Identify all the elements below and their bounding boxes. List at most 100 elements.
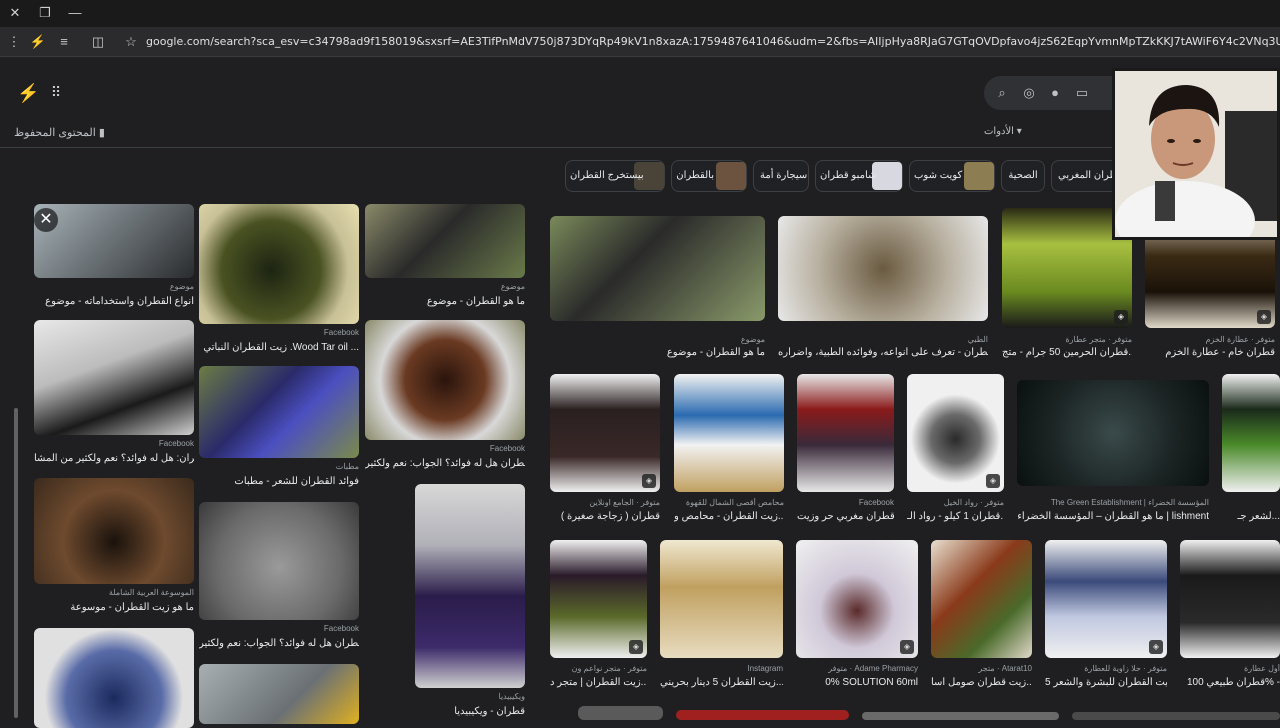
person-video	[1115, 71, 1277, 237]
header-divider	[0, 147, 1280, 148]
result-caption[interactable]: ما هو القطران - موضوع	[550, 347, 765, 358]
result-caption[interactable]: قطران الحرمين 50 جرام - متج...	[1002, 347, 1132, 358]
result-caption[interactable]: زيت القطران 5 دينار بحريني...	[660, 677, 783, 688]
image-caption[interactable]: أنواع القطران واستخداماته - موضوع	[34, 296, 194, 307]
scrollbar-thumb[interactable]	[14, 408, 18, 718]
result-image[interactable]	[1222, 374, 1280, 492]
image-source: الموسوعة العربية الشاملة	[108, 588, 194, 597]
result-image[interactable]: ◈	[1045, 540, 1167, 658]
result-image[interactable]	[660, 540, 783, 658]
image-caption[interactable]: القطران: هل له فوائد؟ نعم ولكثير من المش…	[34, 453, 194, 464]
chip-health[interactable]: الصحية	[1001, 160, 1045, 192]
left-panel-scrollbar[interactable]	[13, 208, 19, 720]
result-image[interactable]	[778, 216, 988, 321]
saved-content-link[interactable]: المحتوى المحفوظ ▮	[14, 126, 105, 139]
result-caption[interactable]: قطران خام - عطارة الخزم	[1145, 347, 1275, 358]
result-image[interactable]	[862, 712, 1059, 720]
address-bar: ⋮ ⚡ ≡ ◫ ☆ google.com/search?sca_esv=c347…	[0, 27, 1280, 57]
result-image[interactable]	[676, 710, 849, 720]
chip-label: الصحية	[1008, 170, 1038, 181]
chip-tar-extraction[interactable]: بيستخرج القطران	[565, 160, 665, 192]
result-image[interactable]	[578, 706, 663, 720]
image-card[interactable]	[365, 320, 525, 440]
result-image[interactable]: ◈	[550, 540, 647, 658]
image-caption[interactable]: القطران هل له فوائد؟ الجواب: نعم ولكثير.…	[199, 638, 359, 649]
result-image[interactable]	[931, 540, 1032, 658]
minimize-icon[interactable]: —	[65, 4, 85, 22]
product-tag-icon: ◈	[629, 640, 643, 654]
result-caption[interactable]: زيت القطران - محامص و...	[674, 511, 784, 522]
result-source: أول عطارة	[1244, 664, 1280, 673]
image-source: Facebook	[158, 439, 194, 448]
menu-dots-icon[interactable]: ⋮	[5, 33, 23, 51]
chip-kuwait-shop[interactable]: كويت شوب	[909, 160, 995, 192]
webcam-overlay	[1112, 68, 1280, 240]
result-caption[interactable]: قطران ( زجاجة صغيرة )	[550, 511, 660, 522]
image-card[interactable]	[199, 664, 359, 724]
mic-icon[interactable]: ●	[1047, 85, 1063, 101]
image-card[interactable]	[34, 478, 194, 584]
extension-icon[interactable]: ⚡	[29, 33, 47, 51]
keyboard-icon[interactable]: ▭	[1074, 85, 1090, 101]
image-card[interactable]	[365, 204, 525, 278]
result-caption[interactable]: قطران مغربي حر وزيت...	[797, 511, 894, 522]
image-card[interactable]	[199, 204, 359, 324]
close-icon[interactable]: ✕	[34, 208, 58, 232]
chip-with-tar[interactable]: بالقطران	[671, 160, 747, 192]
browser-logo-icon[interactable]: ⚡	[17, 82, 39, 104]
chip-cigarette[interactable]: سيجارة أمة	[753, 160, 809, 192]
chip-thumbnail	[964, 162, 994, 190]
result-caption[interactable]: زيت القطران للبشرة والشعر 5...	[1045, 677, 1167, 688]
result-source: Facebook	[858, 498, 894, 507]
chip-moroccan[interactable]: القطران المغربي	[1051, 160, 1129, 192]
search-icon[interactable]: ⌕	[994, 85, 1010, 101]
image-card[interactable]	[34, 320, 194, 435]
image-caption[interactable]: ما هو القطران - موضوع	[365, 296, 525, 307]
result-caption[interactable]: قطران طبيعي 100% -	[1180, 677, 1280, 688]
result-image[interactable]	[1180, 540, 1280, 658]
result-source: متوفر · متجر عطارة	[1065, 335, 1132, 344]
result-source: متوفر · الجامع اونلاين	[589, 498, 660, 507]
result-image[interactable]	[674, 374, 784, 492]
image-caption[interactable]: القطران هل له فوائد؟ الجواب: نعم ولكثير.…	[365, 458, 525, 469]
result-image[interactable]: ◈	[550, 374, 660, 492]
image-card[interactable]	[199, 366, 359, 458]
restore-icon[interactable]: ❐	[35, 4, 55, 22]
result-source: موضوع	[740, 335, 765, 344]
close-icon[interactable]: ✕	[5, 4, 25, 22]
image-card[interactable]	[34, 628, 194, 728]
result-caption[interactable]: قطران - تعرف على انواعه، وفوائده الطبية،…	[778, 347, 988, 358]
tools-button[interactable]: الأدوات ▾	[984, 126, 1022, 137]
result-caption[interactable]: لشعر جـ...	[1222, 511, 1280, 522]
image-card[interactable]	[199, 502, 359, 620]
result-image[interactable]	[1017, 380, 1209, 486]
chip-label: بالقطران	[676, 170, 714, 181]
result-image[interactable]: ◈	[796, 540, 918, 658]
image-card[interactable]	[34, 204, 194, 278]
extensions-puzzle-icon[interactable]: ◫	[89, 33, 107, 51]
media-icon[interactable]: ≡	[55, 33, 73, 51]
result-image[interactable]	[550, 216, 765, 321]
url-field[interactable]: google.com/search?sca_esv=c34798ad9f1580…	[146, 35, 1280, 51]
result-image[interactable]	[797, 374, 894, 492]
image-card[interactable]	[415, 484, 525, 688]
chip-thumbnail	[716, 162, 746, 190]
apps-grid-icon[interactable]: ⠿	[48, 84, 64, 100]
window-titlebar: ✕ ❐ —	[0, 0, 1280, 27]
lens-icon[interactable]: ◎	[1021, 85, 1037, 101]
result-image[interactable]	[1072, 712, 1280, 720]
result-caption[interactable]: زيت قطران صومل أسا...	[931, 677, 1032, 688]
result-image[interactable]: ◈	[907, 374, 1004, 492]
image-caption[interactable]: زيت القطران النباتي .Wood Tar oil ...	[199, 342, 359, 353]
result-caption[interactable]: قطران 1 كيلو - رواد الـ...	[907, 511, 1004, 522]
image-caption[interactable]: فوائد القطران للشعر - مطبات	[199, 476, 359, 487]
chip-shampoo[interactable]: شامبو قطران	[815, 160, 903, 192]
image-caption[interactable]: ما هو زيت القطران - موسوعة	[34, 602, 194, 613]
bookmark-star-icon[interactable]: ☆	[122, 33, 140, 51]
chip-label: شامبو قطران	[820, 170, 877, 181]
result-caption[interactable]: زيت القطران | متجر د...	[550, 677, 647, 688]
search-box[interactable]: ⌕ ◎ ● ▭	[984, 76, 1124, 110]
result-caption[interactable]: 0% SOLUTION 60ml	[796, 677, 918, 688]
image-caption[interactable]: قطران - ويكيبيديا	[365, 706, 525, 717]
result-caption[interactable]: ما هو القطران – المؤسسة الخضراء | lishme…	[1017, 511, 1209, 522]
